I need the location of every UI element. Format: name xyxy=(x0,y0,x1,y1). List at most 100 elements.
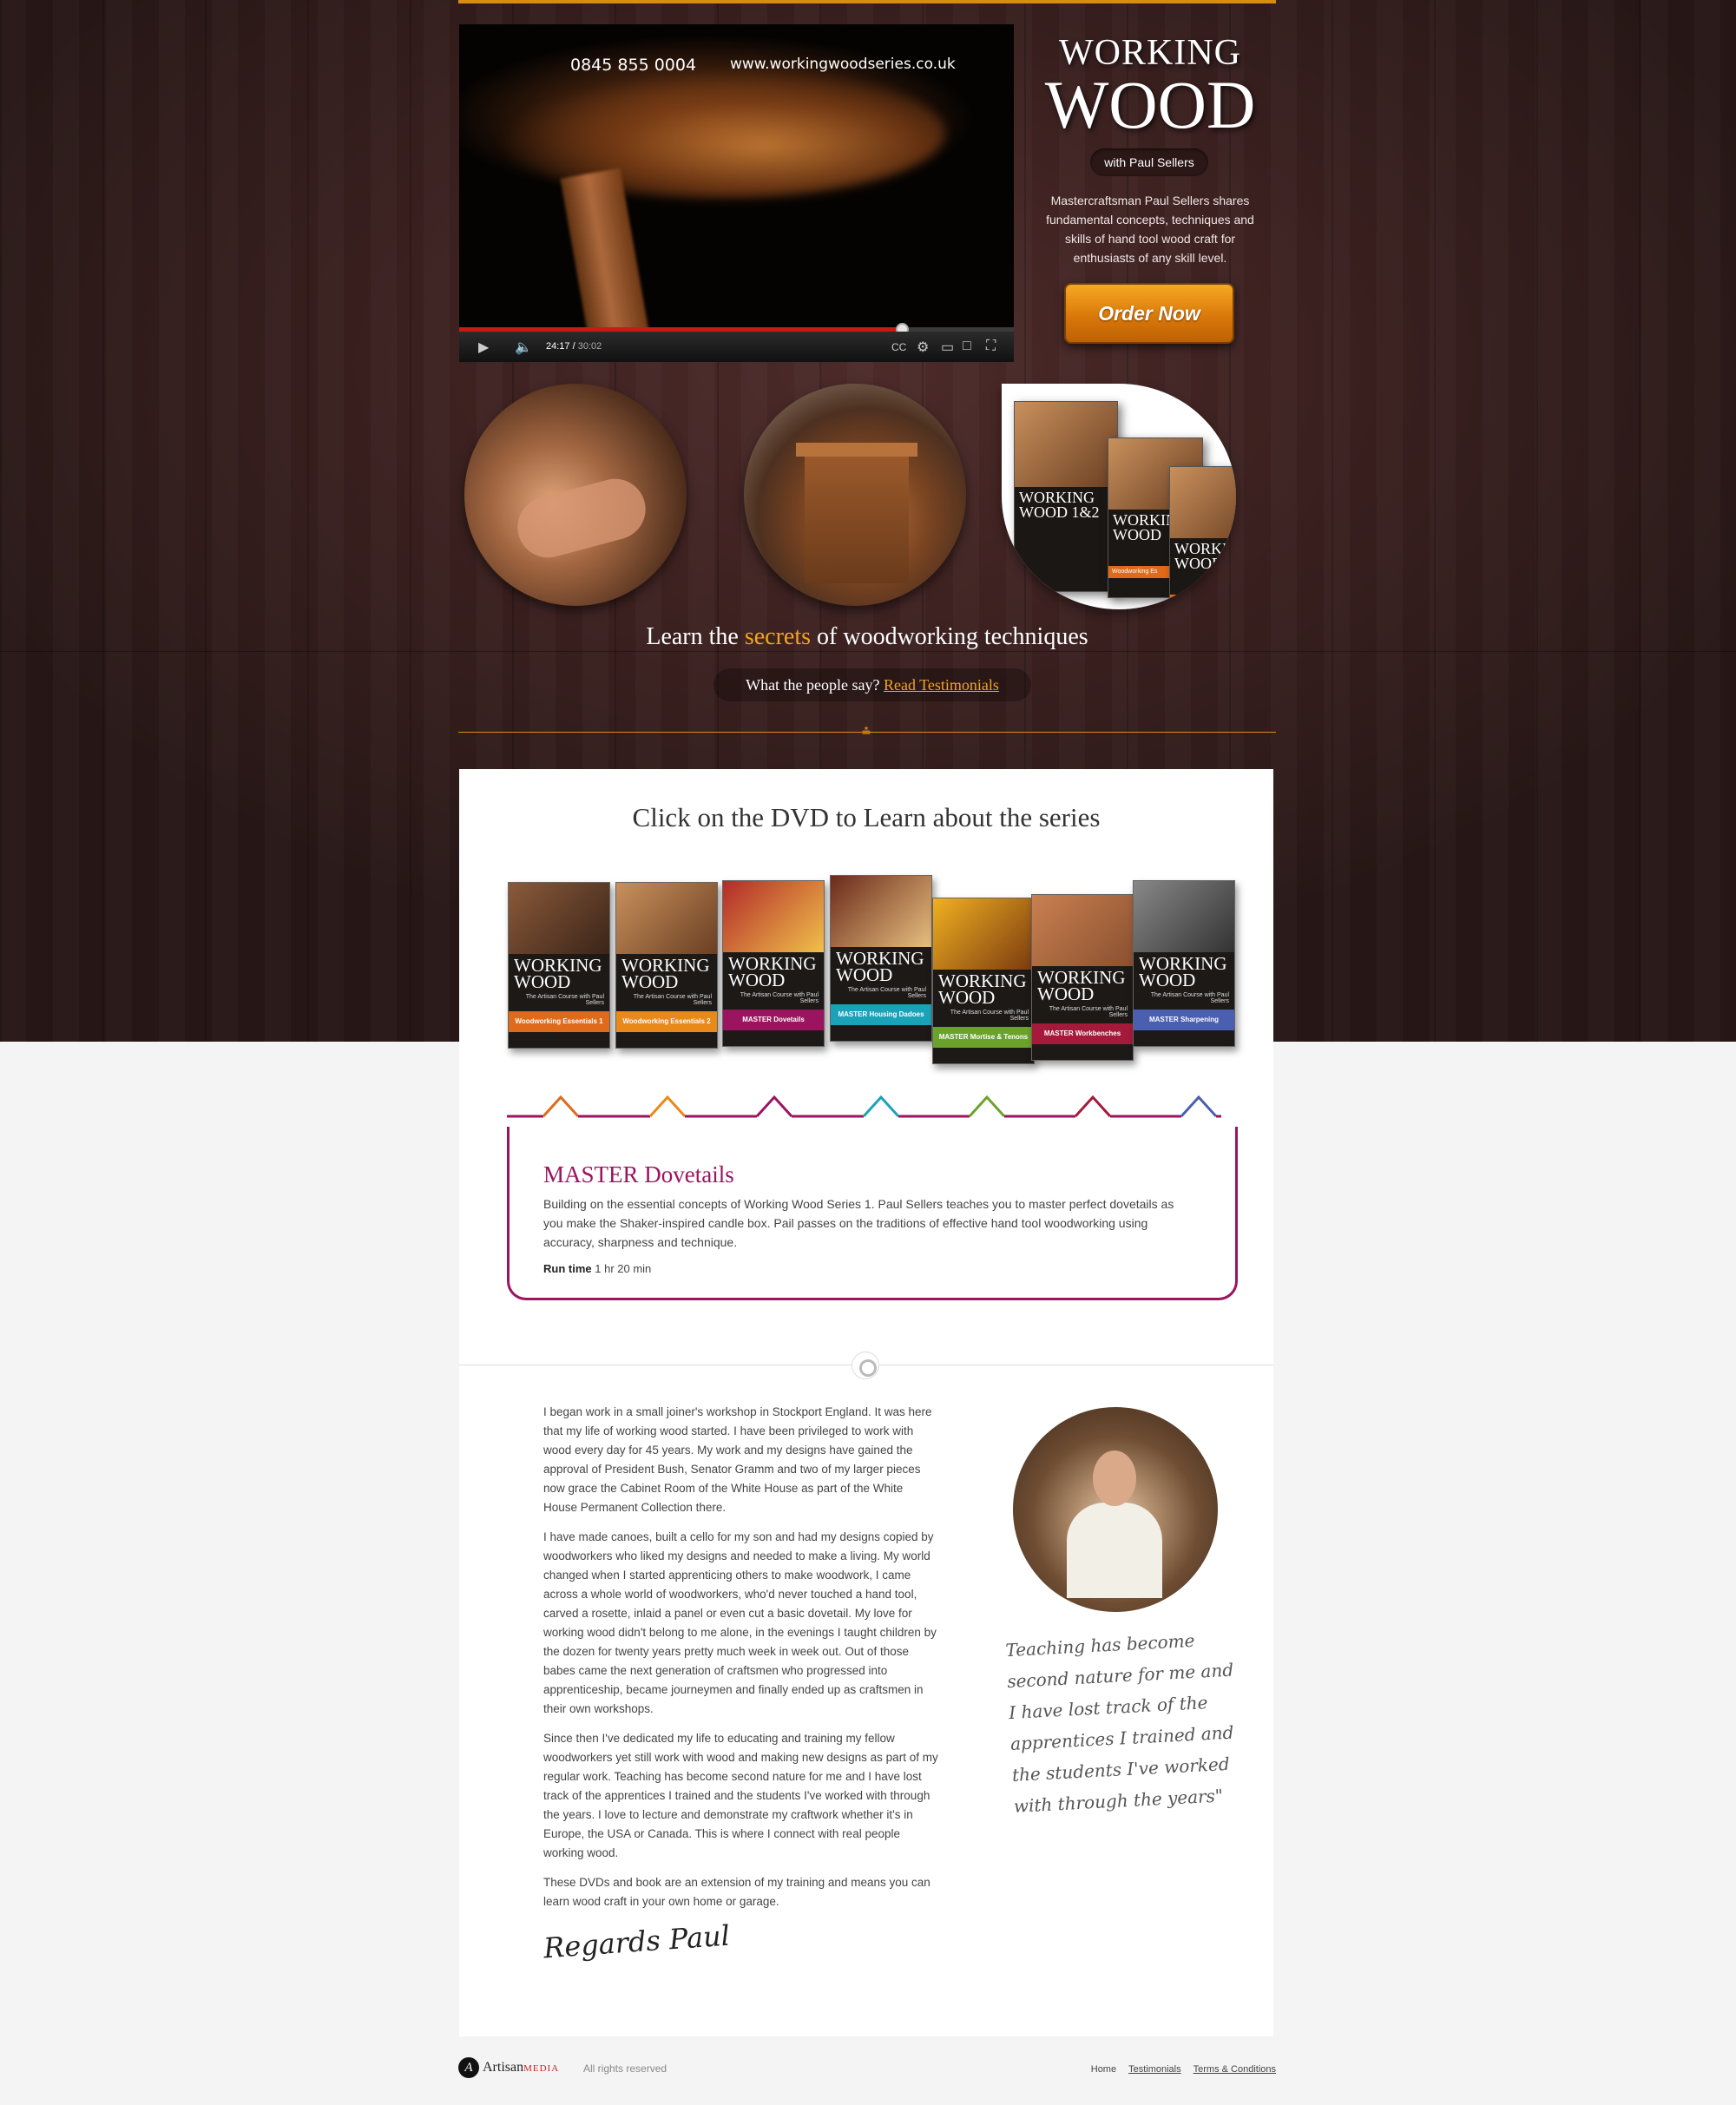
with-paul-pill: with Paul Sellers xyxy=(1090,148,1208,176)
dvd-cover-2[interactable]: WORKING WOOD The Artisan Course with Paul … xyxy=(615,882,718,1049)
hand-shape xyxy=(510,471,653,565)
hero-box-1: WORKING WOOD 1&2 xyxy=(1014,401,1118,592)
video-url: www.workingwoodseries.co.uk xyxy=(730,56,956,73)
hands-planing-image xyxy=(464,384,687,606)
dvd-subtitle: The Artisan Course with Paul Sellers xyxy=(525,994,604,1006)
dvd-cover-6[interactable]: WORKING WOOD The Artisan Course with Paul … xyxy=(1031,894,1134,1061)
stool-image xyxy=(744,384,966,606)
box-title: WORKING WOOD 1&2 xyxy=(1019,489,1100,522)
dvd-title: WORKING WOOD xyxy=(1139,953,1227,990)
dvd-subtitle: The Artisan Course with Paul Sellers xyxy=(1049,1006,1128,1018)
paul-portrait xyxy=(1013,1407,1218,1612)
dvd-band: MASTER Mortise & Tenons xyxy=(933,1027,1034,1048)
bio-text: I began work in a small joiner's worksho… xyxy=(543,1403,938,1922)
signature: Regards Paul xyxy=(542,1918,732,1965)
dvd-title: WORKING WOOD xyxy=(514,955,602,992)
footer-links: Home Testimonials Terms & Conditions xyxy=(1091,2064,1276,2075)
notch-5 xyxy=(968,1095,1006,1118)
bio-paragraph: I began work in a small joiner's worksho… xyxy=(543,1405,932,1514)
dvd-image xyxy=(1134,881,1234,952)
series-title: Click on the DVD to Learn about the seri… xyxy=(632,802,1101,832)
small-player-icon[interactable]: ▭ xyxy=(941,339,954,356)
stool-shape xyxy=(796,443,917,583)
dvd-image xyxy=(831,876,931,947)
bio-paragraph: I have made canoes, built a cello for my… xyxy=(543,1530,937,1715)
testimonials-pill: What the people say? Read Testimonials xyxy=(713,668,1031,701)
large-player-icon[interactable]: □ xyxy=(963,339,971,354)
box-title: WORKINGWOOD 1 xyxy=(1174,540,1236,573)
logo-mark-icon: A xyxy=(458,2057,479,2078)
read-testimonials-link[interactable]: Read Testimonials xyxy=(884,676,999,694)
footer-link-terms[interactable]: Terms & Conditions xyxy=(1194,2064,1276,2075)
dvd-title: WORKING WOOD xyxy=(836,948,924,985)
notch-4 xyxy=(862,1095,900,1118)
notch-1 xyxy=(542,1095,580,1118)
brand-line1: WORKING xyxy=(1059,33,1241,73)
footer-link-testimonials[interactable]: Testimonials xyxy=(1128,2064,1181,2075)
box-image xyxy=(1015,402,1117,488)
tagline-highlight: secrets xyxy=(744,623,812,650)
pull-quote: Teaching has become second nature for me… xyxy=(1004,1629,1234,1817)
box-image xyxy=(1170,467,1236,539)
notch-2 xyxy=(648,1095,687,1118)
dvd-title: WORKING WOOD xyxy=(938,970,1027,1008)
notch-6 xyxy=(1074,1095,1112,1118)
video-phone: 0845 855 0004 xyxy=(570,56,697,75)
order-now-button[interactable]: Order Now xyxy=(1064,283,1234,344)
dvd-subtitle: The Artisan Course with Paul Sellers xyxy=(950,1010,1029,1022)
brand-line2: WOOD xyxy=(1044,67,1256,142)
play-icon[interactable]: ▶ xyxy=(478,339,489,356)
dvd-band: MASTER Sharpening xyxy=(1134,1010,1234,1030)
dvd-subtitle: The Artisan Course with Paul Sellers xyxy=(847,987,926,999)
captions-icon[interactable]: CC xyxy=(891,341,906,353)
dvd-cover-5[interactable]: WORKING WOOD The Artisan Course with Paul … xyxy=(932,898,1035,1064)
volume-icon[interactable]: 🔈 xyxy=(515,339,532,356)
dvd-band: MASTER Dovetails xyxy=(723,1010,824,1030)
top-rule xyxy=(458,0,1276,3)
dvd-image xyxy=(1032,895,1133,966)
dvd-image xyxy=(616,883,717,954)
box-band: Woodworking Essentials 2 xyxy=(1170,595,1236,607)
video-controls: ▶ 🔈 24:17 / 30:02 CC ⚙ ▭ □ ⛶ xyxy=(459,332,1014,362)
dvd-subtitle: The Artisan Course with Paul Sellers xyxy=(633,994,712,1006)
bio-paragraph: Since then I've dedicated my life to edu… xyxy=(543,1732,938,1859)
rights-text: All rights reserved xyxy=(583,2062,667,2075)
dvd-cover-3[interactable]: WORKING WOOD The Artisan Course with Paul … xyxy=(722,880,825,1047)
notch-border xyxy=(507,1095,1221,1118)
dvd-band: Woodworking Essentials 1 xyxy=(509,1011,609,1032)
dvd-band: MASTER Workbenches xyxy=(1032,1023,1133,1044)
dvd-cover-7[interactable]: WORKING WOOD The Artisan Course with Paul … xyxy=(1133,880,1235,1047)
detail-run-time: Run time 1 hr 20 min xyxy=(543,1262,652,1275)
video-player[interactable]: 0845 855 0004 www.workingwoodseries.co.u… xyxy=(459,24,1014,362)
fullscreen-icon[interactable]: ⛶ xyxy=(986,339,996,354)
dvd-set-image[interactable]: WORKING WOOD 1&2 WORKING WOOD Woodworking … xyxy=(1002,384,1236,609)
dvd-image xyxy=(933,898,1034,970)
separator-circle-icon xyxy=(852,1352,879,1379)
chevron-down-icon[interactable]: ≛ xyxy=(855,724,878,741)
settings-icon[interactable]: ⚙ xyxy=(917,339,929,356)
notch-3 xyxy=(755,1095,793,1118)
dvd-image xyxy=(509,883,609,954)
dvd-title: WORKING WOOD xyxy=(728,953,817,990)
brand-title: WORKING WOOD xyxy=(1024,35,1276,139)
intro-text: Mastercraftsman Paul Sellers shares fund… xyxy=(1046,194,1254,265)
dvd-band: MASTER Housing Dadoes xyxy=(831,1004,931,1025)
dvd-title: WORKING WOOD xyxy=(1037,967,1126,1004)
dvd-band: Woodworking Essentials 2 xyxy=(616,1011,717,1032)
hero-box-3: WORKINGWOOD 1 Woodworking Essentials 2 xyxy=(1169,466,1236,609)
artisan-media-logo[interactable]: A ArtisanMEDIA xyxy=(458,2057,559,2078)
footer: A ArtisanMEDIA All rights reserved Home … xyxy=(458,2057,1276,2083)
dvd-cover-4[interactable]: WORKING WOOD The Artisan Course with Paul … xyxy=(830,875,932,1042)
content-panel: Click on the DVD to Learn about the seri… xyxy=(459,769,1273,2036)
portrait-head xyxy=(1093,1450,1136,1506)
logo-text: ArtisanMEDIA xyxy=(483,2060,560,2075)
dvd-cover-1[interactable]: WORKING WOOD The Artisan Course with Paul … xyxy=(508,882,610,1049)
dvd-image xyxy=(723,881,824,952)
detail-title: MASTER Dovetails xyxy=(543,1161,734,1187)
footer-link-home[interactable]: Home xyxy=(1091,2064,1116,2075)
dvd-subtitle: The Artisan Course with Paul Sellers xyxy=(740,992,819,1004)
dvd-subtitle: The Artisan Course with Paul Sellers xyxy=(1150,992,1229,1004)
bio-paragraph: These DVDs and book are an extension of … xyxy=(543,1876,930,1908)
tagline: Learn the secrets of woodworking techniq… xyxy=(646,623,1088,650)
video-time: 24:17 / 30:02 xyxy=(546,341,602,352)
